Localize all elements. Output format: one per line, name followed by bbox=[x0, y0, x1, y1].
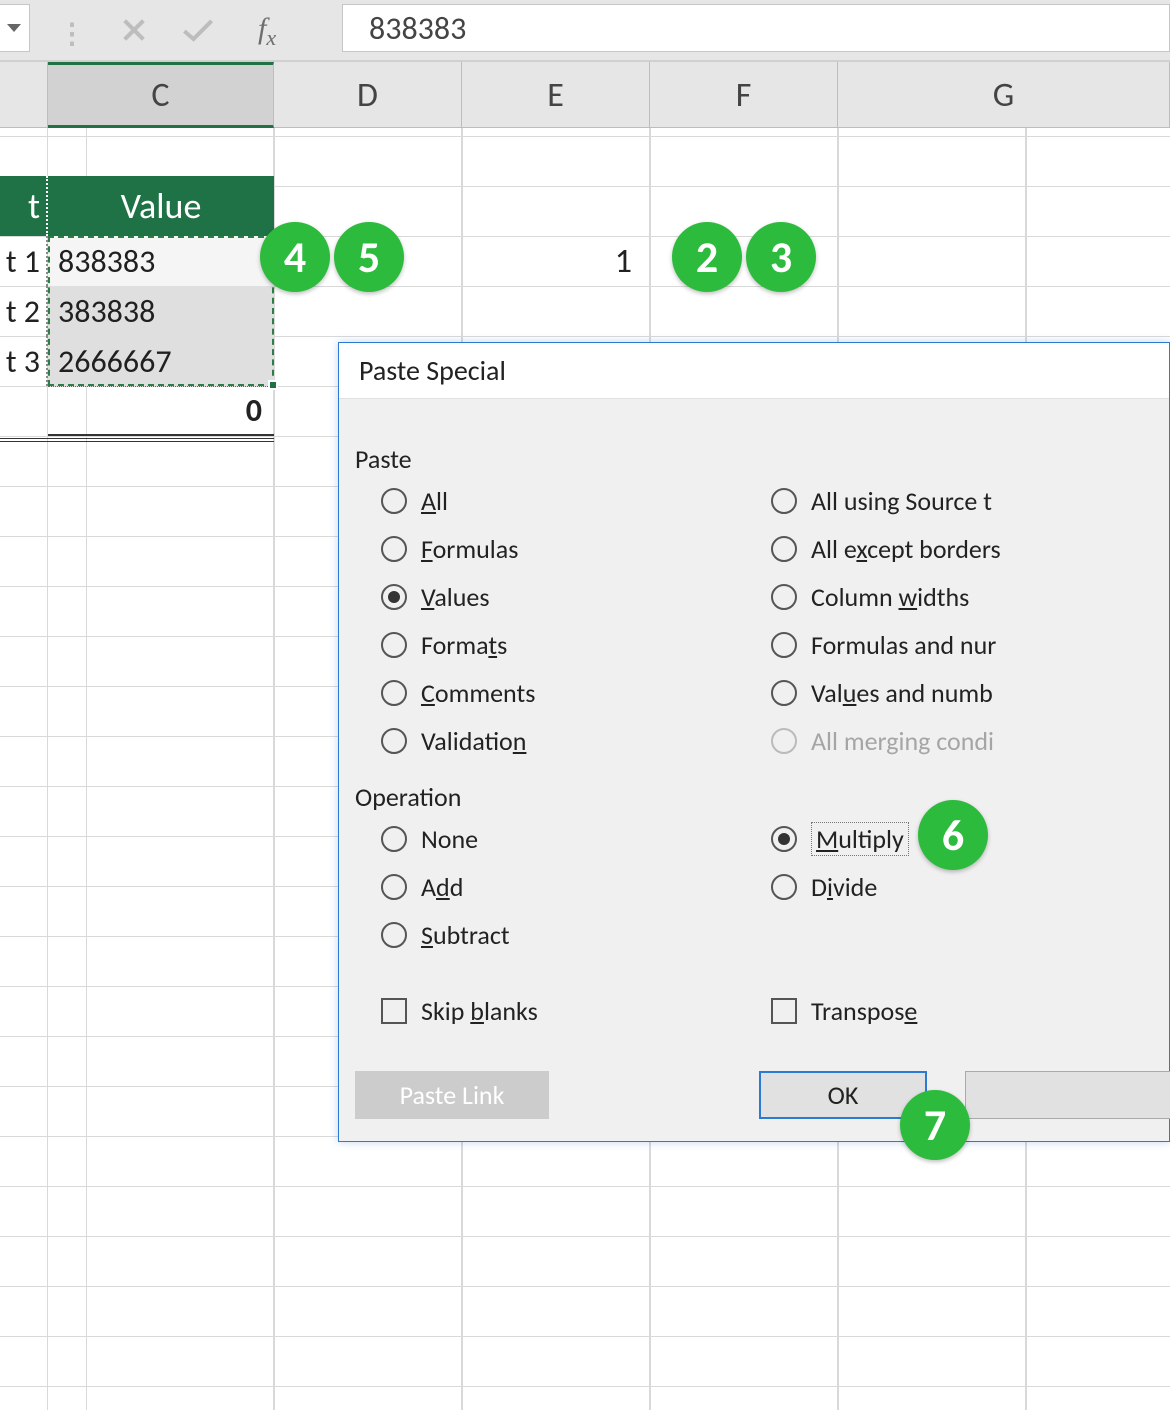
radio-icon bbox=[381, 874, 407, 900]
callout-badge-5: 5 bbox=[334, 222, 404, 292]
cell-c2[interactable]: 383838 bbox=[48, 286, 274, 336]
group-label-operation: Operation bbox=[355, 781, 461, 813]
table-header-b: t bbox=[0, 176, 48, 236]
radio-icon bbox=[771, 728, 797, 754]
radio-formats[interactable]: Formats bbox=[381, 627, 507, 663]
radio-icon bbox=[771, 874, 797, 900]
radio-icon bbox=[771, 488, 797, 514]
formula-value: 838383 bbox=[369, 9, 466, 48]
radio-icon bbox=[381, 536, 407, 562]
name-box[interactable] bbox=[0, 4, 30, 52]
radio-all-merging-conditional: All merging condi bbox=[771, 723, 994, 759]
group-label-paste: Paste bbox=[355, 443, 412, 475]
radio-icon bbox=[381, 922, 407, 948]
formula-bar: ⋮ fx 838383 bbox=[0, 0, 1170, 62]
radio-comments[interactable]: Comments bbox=[381, 675, 535, 711]
column-headers: C D E F G bbox=[0, 62, 1170, 128]
checkbox-icon bbox=[771, 998, 797, 1024]
radio-icon bbox=[771, 680, 797, 706]
cell-e1[interactable]: 1 bbox=[462, 236, 650, 286]
radio-all[interactable]: All bbox=[381, 483, 448, 519]
radio-icon bbox=[381, 680, 407, 706]
callout-badge-4: 4 bbox=[260, 222, 330, 292]
radio-icon bbox=[381, 632, 407, 658]
cell-b1[interactable]: t 1 bbox=[0, 236, 48, 286]
paste-special-dialog: Paste Special Paste All Formulas Values … bbox=[338, 342, 1170, 1142]
cell-c3[interactable]: 2666667 bbox=[48, 336, 274, 386]
callout-badge-2: 2 bbox=[672, 222, 742, 292]
col-header-b[interactable] bbox=[0, 62, 48, 128]
radio-formulas-and-number-formats[interactable]: Formulas and nur bbox=[771, 627, 996, 663]
col-header-c[interactable]: C bbox=[48, 62, 274, 128]
radio-all-except-borders[interactable]: All except borders bbox=[771, 531, 1001, 567]
radio-none[interactable]: None bbox=[381, 821, 478, 857]
radio-all-source-theme[interactable]: All using Source t bbox=[771, 483, 992, 519]
radio-icon bbox=[771, 826, 797, 852]
fx-icon[interactable]: fx bbox=[258, 12, 276, 51]
confirm-icon[interactable] bbox=[176, 10, 220, 50]
chevron-down-icon bbox=[7, 24, 21, 32]
radio-multiply[interactable]: Multiply bbox=[771, 821, 909, 857]
cell-b3[interactable]: t 3 bbox=[0, 336, 48, 386]
radio-icon bbox=[771, 584, 797, 610]
checkbox-transpose[interactable]: Transpose bbox=[771, 993, 917, 1029]
callout-badge-3: 3 bbox=[746, 222, 816, 292]
col-header-f[interactable]: F bbox=[650, 62, 838, 128]
radio-divide[interactable]: Divide bbox=[771, 869, 877, 905]
callout-badge-7: 7 bbox=[900, 1090, 970, 1160]
total-underline bbox=[0, 438, 274, 442]
radio-icon bbox=[381, 728, 407, 754]
col-header-e[interactable]: E bbox=[462, 62, 650, 128]
radio-add[interactable]: Add bbox=[381, 869, 463, 905]
cell-b2[interactable]: t 2 bbox=[0, 286, 48, 336]
checkbox-icon bbox=[381, 998, 407, 1024]
paste-link-button: Paste Link bbox=[355, 1071, 549, 1119]
checkbox-skip-blanks[interactable]: Skip blanks bbox=[381, 993, 538, 1029]
col-header-d[interactable]: D bbox=[274, 62, 462, 128]
radio-icon bbox=[381, 584, 407, 610]
cell-c-total[interactable]: 0 bbox=[48, 386, 274, 436]
radio-values-and-number-formats[interactable]: Values and numb bbox=[771, 675, 993, 711]
separator: ⋮ bbox=[58, 16, 86, 51]
col-header-g[interactable]: G bbox=[838, 62, 1170, 128]
dialog-title: Paste Special bbox=[339, 343, 1169, 399]
radio-icon bbox=[771, 536, 797, 562]
radio-icon bbox=[381, 488, 407, 514]
radio-formulas[interactable]: Formulas bbox=[381, 531, 518, 567]
radio-column-widths[interactable]: Column widths bbox=[771, 579, 969, 615]
formula-input[interactable]: 838383 bbox=[342, 4, 1170, 52]
fx-x: x bbox=[266, 25, 276, 50]
cancel-icon[interactable] bbox=[112, 10, 156, 50]
radio-subtract[interactable]: Subtract bbox=[381, 917, 510, 953]
callout-badge-6: 6 bbox=[918, 800, 988, 870]
table-header-c: Value bbox=[48, 176, 274, 236]
fill-handle[interactable] bbox=[268, 380, 278, 390]
radio-values[interactable]: Values bbox=[381, 579, 490, 615]
radio-icon bbox=[771, 632, 797, 658]
radio-icon bbox=[381, 826, 407, 852]
cancel-button[interactable] bbox=[965, 1071, 1170, 1119]
radio-validation[interactable]: Validation bbox=[381, 723, 526, 759]
cell-c1[interactable]: 838383 bbox=[48, 236, 274, 286]
